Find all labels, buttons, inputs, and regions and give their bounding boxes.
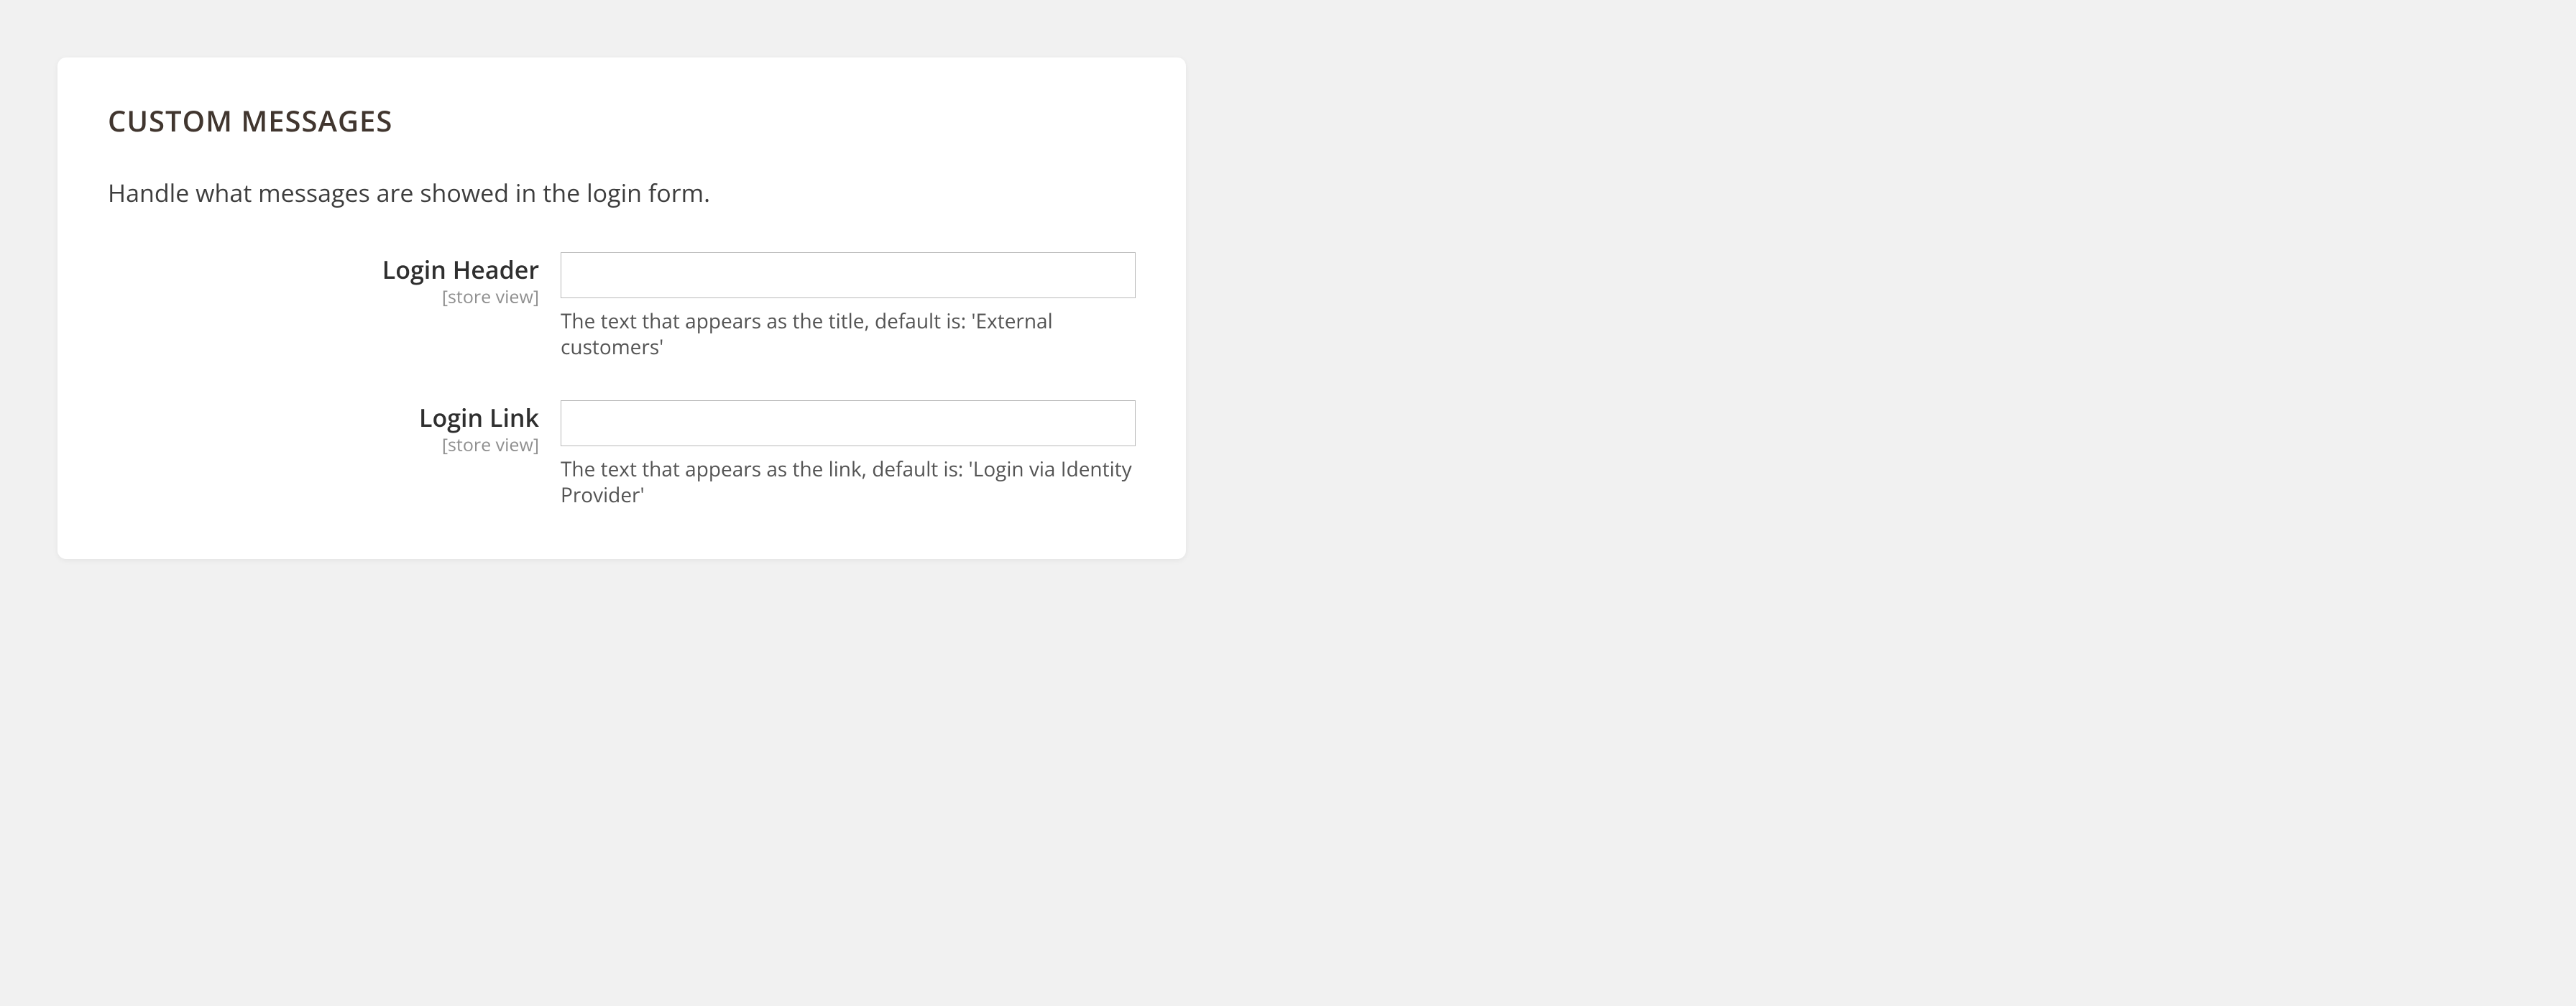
section-description: Handle what messages are showed in the l… xyxy=(108,176,1136,209)
section-title: CUSTOM MESSAGES xyxy=(108,101,1136,140)
field-label-col: Login Link [store view] xyxy=(108,400,561,457)
login-header-input[interactable] xyxy=(561,252,1136,298)
login-header-hint: The text that appears as the title, defa… xyxy=(561,308,1136,361)
login-link-scope: [store view] xyxy=(108,433,539,457)
login-header-label: Login Header xyxy=(108,257,539,283)
field-row-login-header: Login Header [store view] The text that … xyxy=(108,252,1136,361)
login-link-label: Login Link xyxy=(108,405,539,431)
field-input-col: The text that appears as the link, defau… xyxy=(561,400,1136,509)
login-header-scope: [store view] xyxy=(108,285,539,309)
login-link-input[interactable] xyxy=(561,400,1136,446)
field-input-col: The text that appears as the title, defa… xyxy=(561,252,1136,361)
field-label-col: Login Header [store view] xyxy=(108,252,561,309)
field-row-login-link: Login Link [store view] The text that ap… xyxy=(108,400,1136,509)
login-link-hint: The text that appears as the link, defau… xyxy=(561,456,1136,509)
custom-messages-panel: CUSTOM MESSAGES Handle what messages are… xyxy=(58,57,1186,559)
